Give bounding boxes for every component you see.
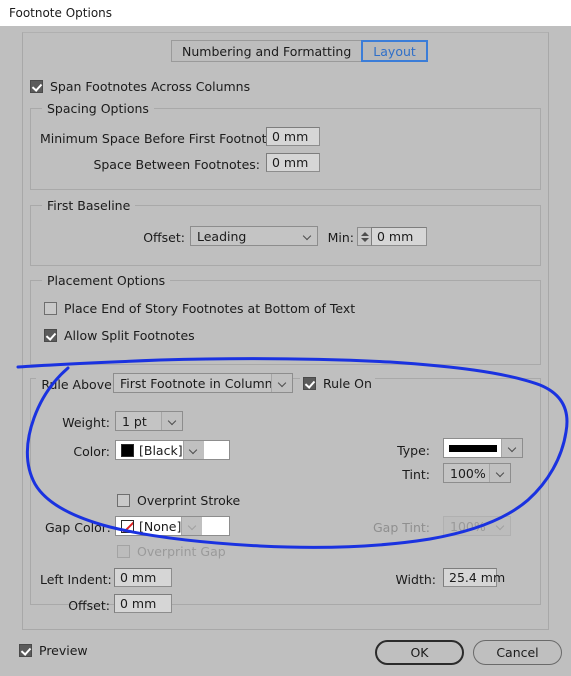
rule-above-label: Rule Above: — [36, 377, 118, 392]
min-label: Min: — [327, 230, 354, 245]
preview-label: Preview — [39, 643, 88, 658]
weight-label: Weight: — [62, 415, 110, 430]
spacing-options-title: Spacing Options — [42, 101, 154, 116]
offset-dropdown-value: Leading — [197, 228, 247, 244]
spacing-options-group: Spacing Options — [30, 101, 541, 190]
min-space-label: Minimum Space Before First Footnote: — [40, 131, 279, 146]
tint-dropdown[interactable]: 100% — [443, 463, 511, 483]
chevron-down-icon — [182, 441, 204, 459]
placement-options-title: Placement Options — [42, 273, 171, 288]
span-footnotes-row[interactable]: Span Footnotes Across Columns — [30, 79, 250, 94]
overprint-gap-checkbox — [117, 545, 130, 558]
weight-dropdown[interactable]: 1 pt — [115, 411, 183, 431]
space-between-input[interactable]: 0 mm — [266, 153, 320, 172]
type-label: Type: — [397, 443, 430, 458]
overprint-stroke-label: Overprint Stroke — [137, 493, 241, 508]
chevron-down-icon — [181, 517, 203, 535]
min-input[interactable]: 0 mm — [371, 227, 427, 246]
width-input[interactable]: 25.4 mm — [443, 568, 505, 587]
gap-color-label: Gap Color: — [45, 520, 111, 535]
min-space-input[interactable]: 0 mm — [266, 127, 320, 146]
place-end-of-story-label: Place End of Story Footnotes at Bottom o… — [64, 301, 356, 316]
gap-tint-value: 100% — [450, 518, 486, 534]
tab-bar: Numbering and Formatting Layout — [171, 40, 428, 62]
gap-color-dropdown-value: [None] — [139, 518, 182, 534]
allow-split-footnotes-row[interactable]: Allow Split Footnotes — [44, 328, 195, 343]
overprint-stroke-checkbox[interactable] — [117, 494, 130, 507]
rule-on-row[interactable]: Rule On — [300, 376, 375, 391]
color-swatch-black-icon — [121, 443, 134, 457]
span-footnotes-label: Span Footnotes Across Columns — [50, 79, 251, 94]
gap-tint-dropdown: 100% — [443, 516, 511, 536]
placement-options-group: Placement Options — [30, 273, 541, 365]
overprint-stroke-row[interactable]: Overprint Stroke — [117, 493, 240, 508]
chevron-down-icon — [297, 227, 317, 245]
color-dropdown[interactable]: [Black] — [115, 440, 230, 460]
dialog-body: Numbering and Formatting Layout Span Foo… — [0, 26, 571, 676]
place-end-of-story-checkbox[interactable] — [44, 302, 57, 315]
place-end-of-story-row[interactable]: Place End of Story Footnotes at Bottom o… — [44, 301, 355, 316]
dialog-footer: Preview OK Cancel — [0, 630, 571, 676]
preview-row[interactable]: Preview — [19, 643, 88, 658]
tab-numbering-and-formatting[interactable]: Numbering and Formatting — [171, 40, 363, 62]
rule-above-dropdown[interactable]: First Footnote in Column — [113, 373, 293, 393]
overprint-gap-row: Overprint Gap — [117, 544, 226, 559]
first-baseline-title: First Baseline — [42, 198, 136, 213]
allow-split-footnotes-checkbox[interactable] — [44, 329, 57, 342]
tint-label: Tint: — [402, 467, 430, 482]
color-label: Color: — [73, 444, 110, 459]
gap-color-dropdown[interactable]: [None] — [115, 516, 230, 536]
allow-split-footnotes-label: Allow Split Footnotes — [64, 328, 195, 343]
gap-tint-label: Gap Tint: — [372, 520, 430, 535]
overprint-gap-label: Overprint Gap — [137, 544, 226, 559]
chevron-down-icon — [271, 374, 292, 392]
preview-checkbox[interactable] — [19, 644, 32, 657]
weight-dropdown-value: 1 pt — [122, 413, 147, 429]
rule-above-dropdown-value: First Footnote in Column — [120, 375, 271, 391]
rule-offset-label: Offset: — [68, 598, 110, 613]
ok-button[interactable]: OK — [375, 640, 464, 665]
title-bar: Footnote Options — [0, 0, 571, 26]
window-title: Footnote Options — [9, 6, 113, 20]
chevron-down-icon — [489, 464, 510, 482]
rule-on-checkbox[interactable] — [303, 377, 316, 390]
tint-dropdown-value: 100% — [450, 465, 486, 481]
cancel-button[interactable]: Cancel — [473, 640, 562, 665]
offset-dropdown[interactable]: Leading — [190, 226, 318, 246]
min-spinner[interactable] — [357, 227, 372, 246]
rule-offset-input[interactable]: 0 mm — [114, 594, 172, 613]
tab-layout[interactable]: Layout — [361, 40, 428, 62]
chevron-down-icon — [490, 517, 510, 535]
width-label: Width: — [395, 572, 436, 587]
color-dropdown-value: [Black] — [139, 442, 183, 458]
left-indent-label: Left Indent: — [40, 572, 112, 587]
rule-on-label: Rule On — [323, 376, 372, 391]
left-indent-input[interactable]: 0 mm — [114, 568, 172, 587]
color-swatch-none-icon — [121, 519, 134, 533]
offset-label: Offset: — [143, 230, 185, 245]
span-footnotes-checkbox[interactable] — [30, 80, 43, 93]
solid-line-icon — [449, 444, 497, 452]
chevron-down-icon — [501, 439, 522, 457]
chevron-down-icon — [161, 412, 182, 430]
type-dropdown[interactable] — [443, 438, 523, 458]
space-between-label: Space Between Footnotes: — [93, 157, 260, 172]
